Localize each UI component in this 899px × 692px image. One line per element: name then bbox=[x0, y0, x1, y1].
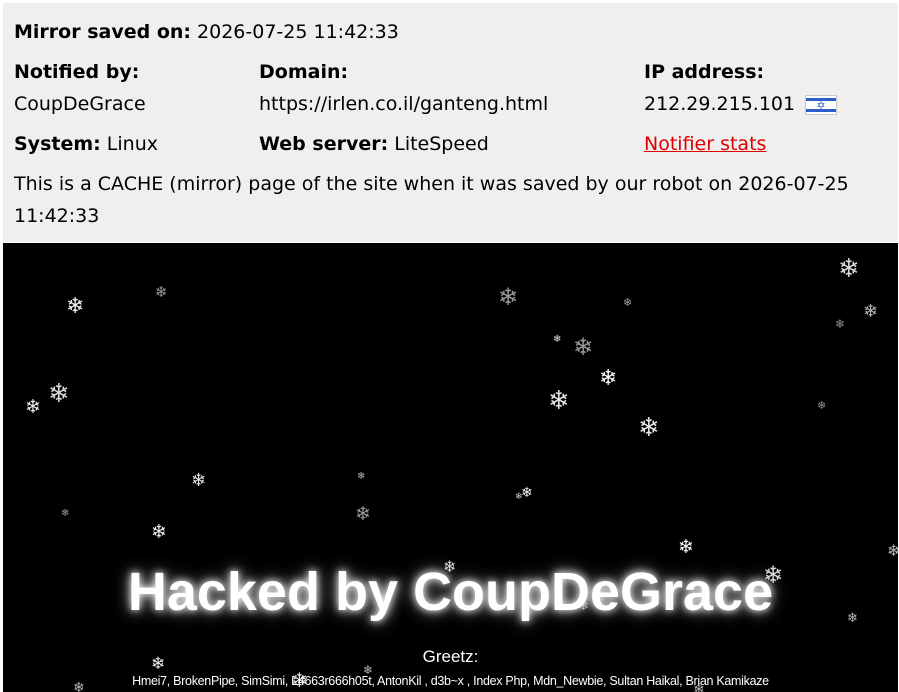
snowflake-icon: ❄ bbox=[151, 521, 167, 543]
ip-address-label: IP address: bbox=[644, 61, 765, 83]
snowflake-icon: ❄ bbox=[835, 317, 846, 331]
notifier-stats-link[interactable]: Notifier stats bbox=[644, 132, 766, 156]
snowflake-icon: ❄ bbox=[66, 294, 85, 319]
snowflake-icon: ❄ bbox=[863, 301, 879, 322]
domain-value: https://irlen.co.il/ganteng.html bbox=[259, 93, 549, 115]
mirror-saved-row: Mirror saved on: 2026-07-25 11:42:33 bbox=[14, 20, 399, 44]
cache-notice-line-2: 11:42:33 bbox=[14, 205, 100, 227]
mirror-saved-value: 2026-07-25 11:42:33 bbox=[197, 21, 399, 43]
snowflake-icon: ❄ bbox=[548, 386, 570, 416]
snowflake-icon: ❄ bbox=[25, 396, 41, 418]
snowflake-icon: ❄ bbox=[678, 536, 694, 558]
snowflake-icon: ❄ bbox=[817, 399, 827, 412]
snowflake-icon: ❄ bbox=[355, 503, 371, 525]
web-server-row: Web server: LiteSpeed bbox=[259, 132, 489, 156]
snowflake-icon: ❄ bbox=[887, 541, 898, 560]
system-row: System: Linux bbox=[14, 132, 158, 156]
snowflake-icon: ❄ bbox=[191, 470, 207, 491]
ip-address-value: 212.29.215.101 bbox=[644, 93, 796, 115]
notified-by-value: CoupDeGrace bbox=[14, 93, 146, 115]
system-value: Linux bbox=[106, 133, 158, 155]
web-server-label: Web server: bbox=[259, 133, 389, 155]
snowflake-icon: ❄ bbox=[515, 492, 523, 502]
cache-notice-line-1: This is a CACHE (mirror) page of the sit… bbox=[14, 173, 849, 195]
system-label: System: bbox=[14, 133, 101, 155]
mirror-saved-label: Mirror saved on: bbox=[14, 21, 191, 43]
snowflake-icon: ❄ bbox=[623, 296, 633, 309]
snowflake-icon: ❄ bbox=[553, 334, 562, 345]
snowflake-icon: ❄ bbox=[599, 366, 618, 391]
greetz-list: Hmei7, BrokenPipe, SimSimi, L4663r666h05… bbox=[132, 674, 769, 688]
snowflake-icon: ❄ bbox=[498, 283, 519, 311]
hacked-headline: Hacked by CoupDeGrace bbox=[127, 562, 774, 622]
snowflake-icon: ❄ bbox=[61, 508, 70, 519]
snowflake-icon: ❄ bbox=[638, 413, 660, 443]
mirror-info-header: Mirror saved on: 2026-07-25 11:42:33 Not… bbox=[3, 3, 898, 242]
snowflake-icon: ❄ bbox=[838, 254, 860, 284]
snowflake-icon: ❄ bbox=[521, 485, 533, 501]
snowflake-icon: ❄ bbox=[573, 333, 594, 361]
snowflake-icon: ❄ bbox=[48, 379, 70, 409]
snowflake-icon: ❄ bbox=[357, 471, 366, 482]
web-server-value: LiteSpeed bbox=[394, 133, 489, 155]
notified-by-label: Notified by: bbox=[14, 61, 140, 83]
greetz-title: Greetz: bbox=[422, 647, 479, 666]
mirrored-page: ❄ ❄ ❄ ❄ ❄ ❄ ❄ ❄ ❄ ❄ ❄ ❄ ❄ ❄ ❄ ❄ ❄ ❄ ❄ ❄ ❄ ❄ ❄ ❄ ❄ ❄ ❄ ❄ ❄ ❄ ❄ ❄ ❄ Hacked… bbox=[3, 243, 898, 692]
snowflake-icon: ❄ bbox=[155, 283, 168, 301]
domain-label: Domain: bbox=[259, 61, 349, 83]
israel-flag-icon: ✡ bbox=[805, 95, 837, 115]
